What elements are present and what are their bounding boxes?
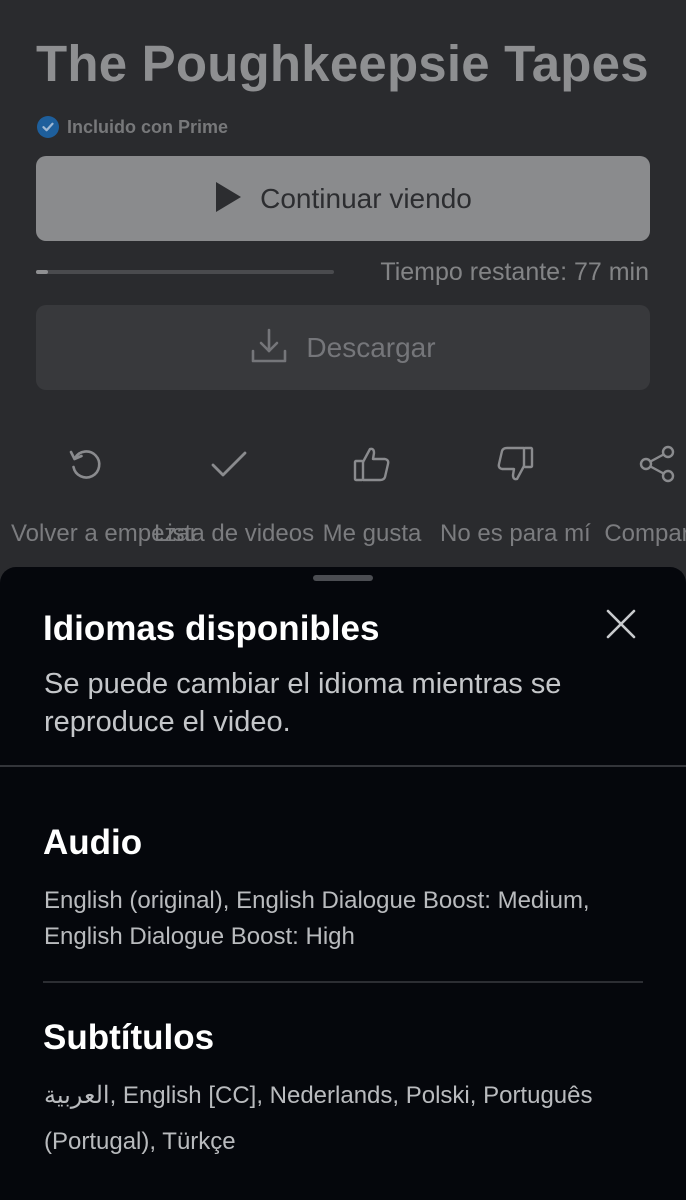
close-button[interactable]	[598, 603, 644, 649]
restart-label: Volver a empezar	[11, 520, 198, 547]
subtitles-section-title: Subtítulos	[43, 1018, 215, 1057]
watchlist-label: Lista de videos	[154, 520, 315, 547]
action-row: Volver a empezar Lista de videos Me gust…	[0, 440, 686, 570]
like-label: Me gusta	[322, 520, 422, 547]
screen: The Poughkeepsie Tapes Incluido con Prim…	[0, 0, 686, 1200]
download-button[interactable]: Descargar	[36, 305, 650, 390]
share-icon	[582, 440, 686, 488]
header-divider	[0, 765, 686, 767]
watch-progress-fill	[36, 270, 48, 274]
download-label: Descargar	[306, 331, 436, 363]
watchlist-button[interactable]: Lista de videos	[154, 440, 315, 550]
sheet-title: Idiomas disponibles	[43, 609, 380, 648]
like-button[interactable]: Me gusta	[297, 440, 447, 550]
prime-badge-row: Incluido con Prime	[37, 116, 228, 138]
time-remaining: Tiempo restante: 77 min	[380, 258, 649, 286]
thumbs-up-icon	[297, 440, 447, 488]
prime-check-icon	[37, 116, 59, 138]
thumbs-down-icon	[440, 440, 590, 488]
download-icon	[250, 327, 288, 369]
sheet-subtitle: Se puede cambiar el idioma mientras se r…	[44, 668, 562, 738]
continue-watching-button[interactable]: Continuar viendo	[36, 156, 650, 241]
languages-bottom-sheet: Idiomas disponibles Se puede cambiar el …	[0, 567, 686, 1200]
share-button[interactable]: Compartir	[582, 440, 686, 550]
dislike-button[interactable]: No es para mí	[440, 440, 591, 550]
sheet-drag-handle[interactable]	[313, 575, 373, 581]
play-icon	[214, 181, 242, 217]
subtitle-languages: العربية, English [CC], Nederlands, Polsk…	[44, 1082, 593, 1155]
check-icon	[154, 440, 304, 488]
restart-icon	[11, 440, 161, 488]
prime-label: Incluido con Prime	[67, 116, 229, 137]
page-title: The Poughkeepsie Tapes	[36, 35, 649, 92]
section-divider	[43, 981, 643, 983]
restart-button[interactable]: Volver a empezar	[11, 440, 198, 550]
continue-watching-label: Continuar viendo	[260, 182, 472, 214]
watch-progress-bar	[36, 270, 334, 274]
audio-languages: English (original), English Dialogue Boo…	[44, 887, 590, 950]
share-label: Compartir	[604, 520, 686, 547]
audio-section-title: Audio	[43, 823, 143, 862]
dislike-label: No es para mí	[440, 520, 591, 547]
close-icon	[606, 609, 636, 643]
